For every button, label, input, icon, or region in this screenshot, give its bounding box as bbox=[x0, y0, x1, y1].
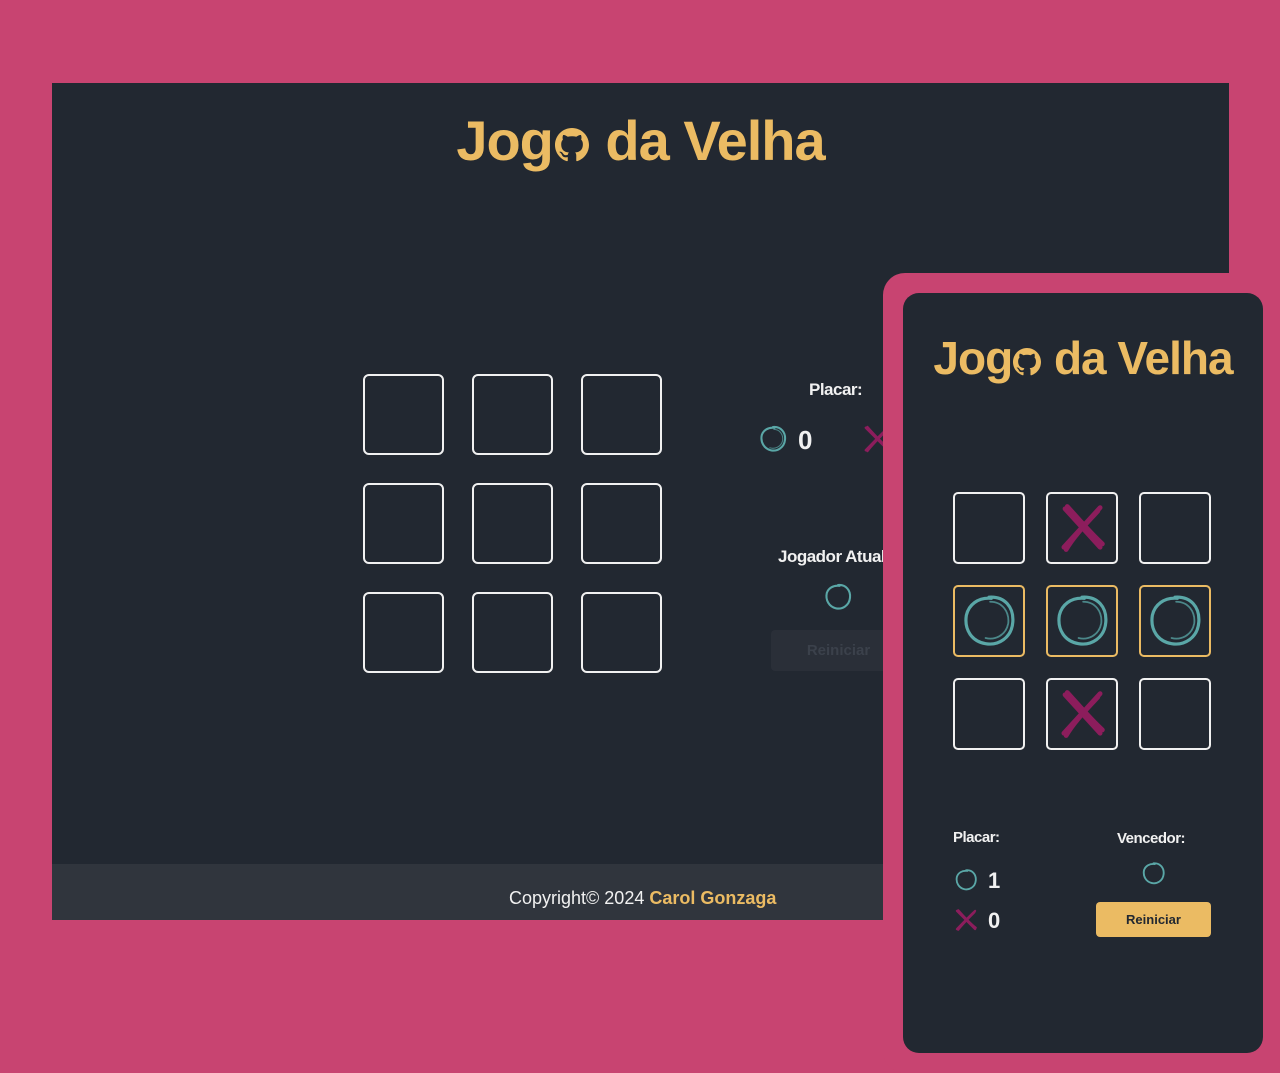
board-cell-9[interactable] bbox=[581, 592, 662, 673]
board-cell-9[interactable] bbox=[1139, 678, 1211, 750]
board-cell-2[interactable] bbox=[472, 374, 553, 455]
o-score-icon bbox=[760, 425, 787, 452]
o-mark-icon bbox=[1057, 595, 1108, 646]
o-mark-icon bbox=[964, 595, 1015, 646]
mobile-x-score-icon bbox=[955, 909, 977, 931]
page-title: Jog da Velha bbox=[52, 109, 1229, 173]
mobile-github-icon[interactable] bbox=[1013, 348, 1042, 376]
board-cell-1[interactable] bbox=[363, 374, 444, 455]
current-player-label: Jogador Atual: bbox=[778, 547, 891, 566]
mobile-x-score-value: 0 bbox=[988, 908, 1001, 933]
copyright-text: Copyright© 2024 Carol Gonzaga bbox=[509, 888, 776, 909]
mobile-o-score-value: 1 bbox=[988, 868, 1001, 893]
board-cell-3[interactable] bbox=[1139, 492, 1211, 564]
board-cell-7[interactable] bbox=[363, 592, 444, 673]
mobile-title-prefix: Jog bbox=[933, 332, 1013, 384]
board-cell-6[interactable] bbox=[581, 483, 662, 564]
copyright-prefix: Copyright© 2024 bbox=[509, 888, 650, 908]
x-mark-icon bbox=[1061, 690, 1105, 738]
current-player-o-icon bbox=[825, 583, 852, 610]
author-link[interactable]: Carol Gonzaga bbox=[649, 888, 776, 908]
title-suffix: da Velha bbox=[590, 109, 825, 172]
board-cell-7[interactable] bbox=[953, 678, 1025, 750]
board-cell-5[interactable] bbox=[1046, 585, 1118, 657]
github-icon[interactable] bbox=[554, 128, 589, 162]
board-cell-5[interactable] bbox=[472, 483, 553, 564]
board-cell-3[interactable] bbox=[581, 374, 662, 455]
mobile-game-board bbox=[953, 492, 1211, 750]
board-cell-8[interactable] bbox=[472, 592, 553, 673]
board-cell-4[interactable] bbox=[953, 585, 1025, 657]
mobile-view: Jog da Velha Placar: 1 0 Vencedor: Reini… bbox=[903, 293, 1263, 1053]
game-board bbox=[363, 374, 665, 676]
o-mark-icon bbox=[1150, 595, 1201, 646]
scoreboard-label: Placar: bbox=[809, 380, 863, 399]
board-cell-1[interactable] bbox=[953, 492, 1025, 564]
winner-label: Vencedor: bbox=[1117, 830, 1186, 847]
x-mark-icon bbox=[1061, 504, 1105, 552]
mobile-restart-button[interactable]: Reiniciar bbox=[1096, 902, 1211, 937]
winner-o-icon bbox=[1142, 862, 1165, 885]
o-score-value: 0 bbox=[798, 425, 813, 455]
board-cell-2[interactable] bbox=[1046, 492, 1118, 564]
mobile-page-title: Jog da Velha bbox=[903, 331, 1263, 385]
board-cell-4[interactable] bbox=[363, 483, 444, 564]
board-cell-8[interactable] bbox=[1046, 678, 1118, 750]
mobile-title-suffix: da Velha bbox=[1042, 332, 1234, 384]
title-prefix: Jog bbox=[456, 109, 554, 172]
mobile-o-score-icon bbox=[955, 869, 977, 891]
mobile-scoreboard-label: Placar: bbox=[953, 829, 1000, 846]
board-cell-6[interactable] bbox=[1139, 585, 1211, 657]
